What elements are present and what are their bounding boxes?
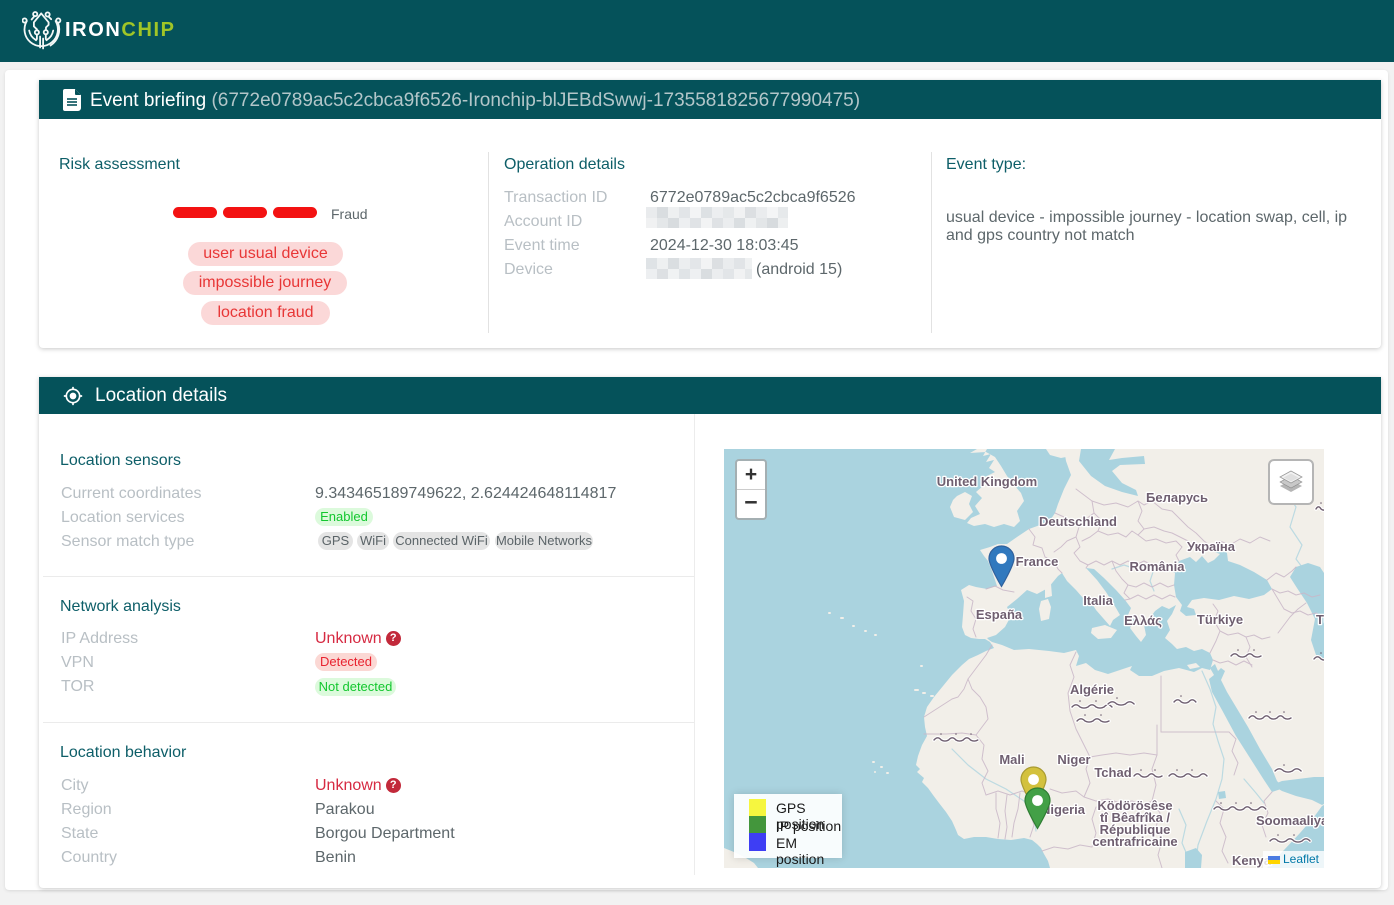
svg-text:Україна: Україна xyxy=(1187,539,1236,554)
svg-text:España: España xyxy=(976,607,1023,622)
svg-text:Беларусь: Беларусь xyxy=(1146,490,1208,505)
svg-text:România: România xyxy=(1130,559,1186,574)
svg-text:Niger: Niger xyxy=(1057,752,1090,767)
svg-text:Tü: Tü xyxy=(1316,612,1324,627)
svg-text:Tchad: Tchad xyxy=(1094,765,1131,780)
svg-text:centrafricaine: centrafricaine xyxy=(1092,834,1177,849)
svg-text:Italia: Italia xyxy=(1083,593,1113,608)
svg-text:France: France xyxy=(1016,554,1059,569)
svg-text:Ελλάς: Ελλάς xyxy=(1124,613,1162,628)
svg-text:United Kingdom: United Kingdom xyxy=(937,474,1037,489)
svg-text:Deutschland: Deutschland xyxy=(1039,514,1117,529)
svg-text:Soomaaliya: Soomaaliya xyxy=(1256,813,1324,828)
svg-text:Algérie: Algérie xyxy=(1070,682,1114,697)
svg-text:Mali: Mali xyxy=(999,752,1024,767)
svg-text:Türkiye: Türkiye xyxy=(1197,612,1243,627)
